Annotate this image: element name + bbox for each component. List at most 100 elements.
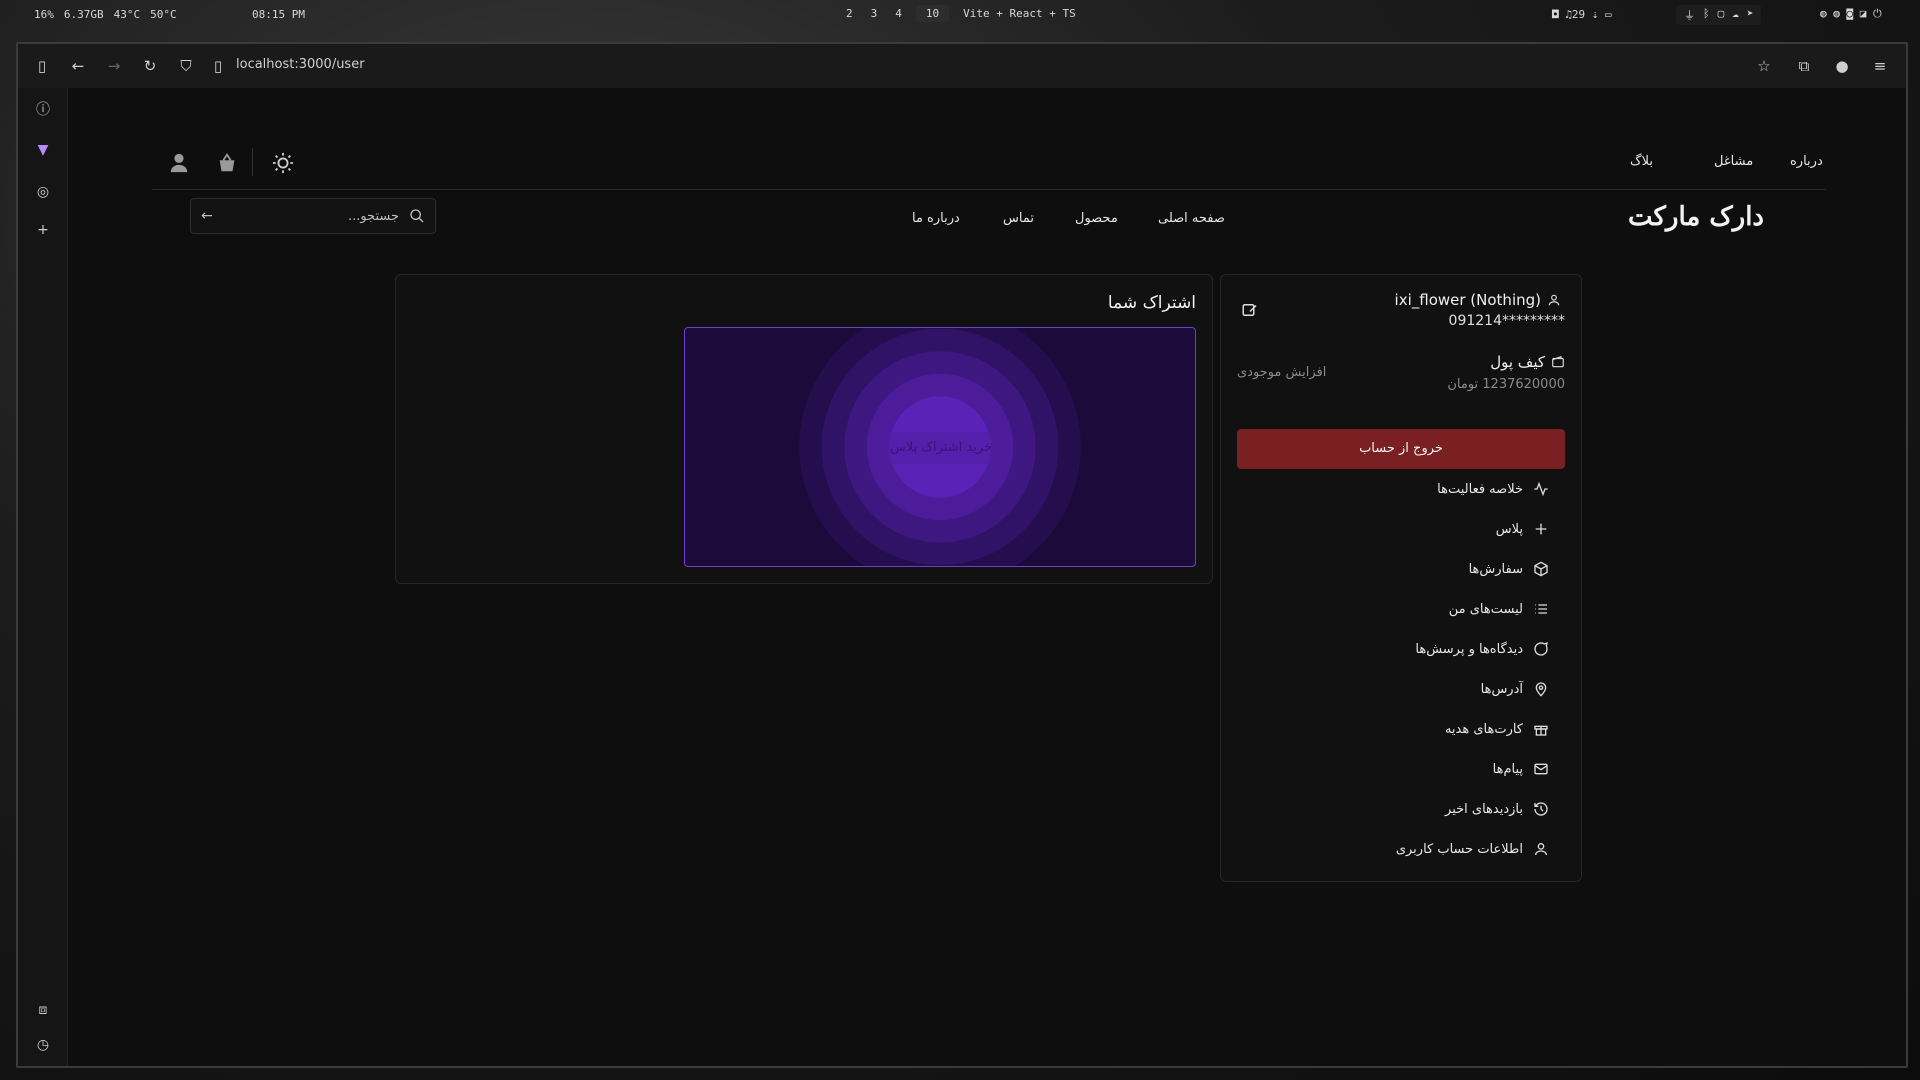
menu-label: خلاصه فعالیت‌ها [1437, 481, 1523, 497]
add-balance-link[interactable]: افزایش موجودی [1237, 365, 1326, 380]
plus-icon [1535, 523, 1547, 535]
menu-comments-questions[interactable]: دیدگاه‌ها و پرسش‌ها [1415, 639, 1549, 659]
edit-profile-icon[interactable] [1241, 301, 1259, 319]
brand-logo[interactable]: دارک مارکت [1628, 202, 1764, 232]
wallet-title-row: کیف پول [1490, 353, 1565, 371]
profile-username-row: ixi_flower (Nothing) [1395, 291, 1561, 309]
vite-icon[interactable]: ▼ [33, 140, 53, 160]
map-pin-icon [1535, 682, 1547, 697]
menu-label: اطلاعات حساب کاربری [1395, 841, 1523, 857]
forward-icon[interactable]: → [104, 56, 124, 76]
os-status-bar: 16% 6.37GB 43°C 50°C 08:15 PM 2 3 4 10 V… [0, 0, 1920, 28]
gift-icon [1534, 725, 1548, 736]
add-panel-icon[interactable]: + [33, 220, 53, 240]
subscription-card: اشتراک شما خرید اشتراک پلاس [395, 274, 1213, 584]
globe-icon[interactable]: ◎ [33, 182, 53, 202]
menu-gift-cards[interactable]: کارت‌های هدیه [1445, 719, 1549, 739]
url-bar[interactable]: localhost:3000/user [236, 57, 365, 72]
workspace-3[interactable]: 3 [867, 6, 882, 21]
power-icons[interactable]: ◍ ◍ ◙ ◪ ⏻ [1820, 7, 1882, 21]
nav-home[interactable]: صفحه اصلی [1158, 211, 1225, 226]
workspace-10[interactable]: 10 [915, 5, 950, 22]
screen-share-icon[interactable]: ⧈ [33, 1000, 53, 1020]
activity-icon [1534, 481, 1548, 497]
volume-value: 29 [1571, 8, 1586, 21]
bluetooth-icon[interactable]: ᛒ [1703, 7, 1710, 23]
menu-label: دیدگاه‌ها و پرسش‌ها [1415, 641, 1523, 657]
shopping-basket-icon[interactable] [216, 152, 238, 174]
menu-messages[interactable]: پیام‌ها [1493, 759, 1549, 779]
profile-card: ixi_flower (Nothing) 091214********* کیف… [1220, 274, 1582, 882]
shield-icon[interactable]: ⛉ [176, 56, 196, 76]
search-box[interactable]: جستجو... ← [190, 198, 436, 234]
user-account-icon[interactable] [168, 152, 190, 174]
menu-activity-summary[interactable]: خلاصه فعالیت‌ها [1437, 479, 1549, 499]
browser-sidebar: ⓘ ▼ ◎ + ⧈ ◷ ⚙ [18, 88, 68, 1066]
top-link-careers[interactable]: مشاغل [1714, 154, 1753, 169]
search-submit-arrow-icon[interactable]: ← [201, 207, 219, 225]
page-content: درباره مشاغل بلاگ دارک مارکت صفحه اصلی م… [68, 88, 1906, 1066]
volume-indicator: ◘ ♫29 ⇣ ▭ [1552, 8, 1612, 21]
buy-plus-button[interactable]: خرید اشتراک پلاس [870, 432, 1012, 464]
cloud-icon[interactable]: ☁ [1732, 7, 1739, 23]
tray-icons: ⏚ ᛒ ▢ ☁ ➤ [1676, 5, 1762, 25]
info-icon[interactable]: ⓘ [33, 100, 53, 120]
logout-button[interactable]: خروج از حساب [1237, 429, 1565, 469]
workspace-2[interactable]: 2 [842, 6, 857, 21]
menu-label: پیام‌ها [1492, 761, 1523, 777]
sidebar-toggle-icon[interactable]: ▯ [32, 56, 52, 76]
mail-icon [1534, 763, 1548, 775]
profile-username: ixi_flower (Nothing) [1394, 291, 1541, 309]
menu-label: آدرس‌ها [1480, 681, 1523, 697]
user-icon [1548, 294, 1560, 306]
telegram-icon[interactable]: ➤ [1747, 7, 1754, 23]
menu-account-info[interactable]: اطلاعات حساب کاربری [1396, 839, 1549, 859]
window-title: Vite + React + TS [963, 7, 1076, 20]
history-clock-icon[interactable]: ◷ [33, 1035, 53, 1055]
system-stats: 16% 6.37GB 43°C 50°C [34, 8, 177, 21]
cpu-stat: 16% [34, 8, 54, 21]
workspace-4[interactable]: 4 [891, 6, 906, 21]
menu-icon[interactable]: ≡ [1870, 56, 1890, 76]
menu-addresses[interactable]: آدرس‌ها [1481, 679, 1549, 699]
wallet-title: کیف پول [1490, 353, 1545, 371]
menu-label: پلاس [1495, 521, 1523, 537]
wallet-amount: 1237620000 تومان [1447, 377, 1565, 392]
wallet-icon [1552, 355, 1564, 368]
workspace-switcher: 2 3 4 10 Vite + React + TS [842, 5, 1080, 22]
package-icon [1534, 561, 1548, 577]
extensions-icon[interactable]: ⧉ [1794, 56, 1814, 76]
nav-about-us[interactable]: درباره ما [912, 211, 960, 226]
menu-orders[interactable]: سفارش‌ها [1469, 559, 1549, 579]
nav-product[interactable]: محصول [1075, 211, 1118, 226]
temp-stat: 43°C [113, 8, 141, 21]
theme-toggle-sun-icon[interactable] [272, 152, 294, 174]
page-icon: ▯ [213, 57, 223, 75]
back-icon[interactable]: ← [68, 56, 88, 76]
top-link-blog[interactable]: بلاگ [1630, 154, 1653, 169]
browser-window: ▯ ← → ↻ ⛉ ▯ localhost:3000/user ☆ ⧉ ● ≡ … [16, 42, 1908, 1068]
clock: 08:15 PM [252, 8, 305, 21]
search-input[interactable]: جستجو... [348, 209, 399, 224]
window-icon[interactable]: ▢ [1718, 7, 1725, 23]
list-icon [1535, 604, 1547, 614]
message-circle-icon [1534, 641, 1548, 656]
nav-contact[interactable]: تماس [1003, 211, 1034, 226]
usb-icon[interactable]: ⏚ [1684, 7, 1695, 23]
menu-recent-views[interactable]: بازدیدهای اخیر [1445, 799, 1549, 819]
menu-label: بازدیدهای اخیر [1445, 801, 1523, 817]
header-separator [252, 148, 253, 176]
menu-label: سفارش‌ها [1468, 561, 1523, 577]
subscription-title: اشتراک شما [1107, 293, 1196, 313]
user-icon [1535, 843, 1547, 856]
menu-label: لیست‌های من [1448, 601, 1523, 617]
extension-avatar-icon[interactable]: ● [1832, 56, 1852, 76]
bookmark-star-icon[interactable]: ☆ [1754, 56, 1774, 76]
memory-stat: 6.37GB [63, 8, 104, 21]
menu-my-lists[interactable]: لیست‌های من [1449, 599, 1549, 619]
profile-phone: 091214********* [1448, 313, 1565, 329]
menu-plus[interactable]: پلاس [1496, 519, 1549, 539]
history-icon [1534, 802, 1548, 816]
top-link-about[interactable]: درباره [1790, 154, 1823, 169]
reload-icon[interactable]: ↻ [140, 56, 160, 76]
